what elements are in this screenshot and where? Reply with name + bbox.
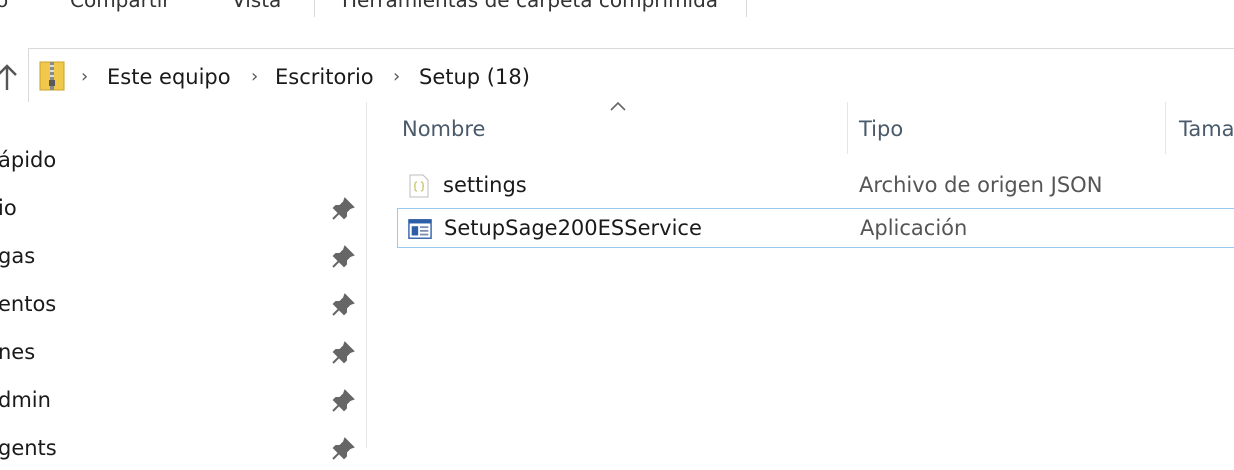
file-type: Aplicación [860,216,968,240]
ribbon-tabs: o Compartir Vista Herramientas de carpet… [0,0,1234,19]
nav-item-quick-access[interactable]: ápido [0,138,366,182]
file-row-selected[interactable]: SetupSage200ESService Aplicación [397,208,1234,248]
ribbon-tab-view[interactable]: Vista [232,0,281,12]
breadcrumb-this-pc[interactable]: Este equipo [107,49,231,105]
nav-item[interactable]: dmin [0,378,366,422]
file-type: Archivo de origen JSON [859,173,1103,197]
file-name[interactable]: SetupSage200ESService [444,209,702,247]
up-arrow-icon[interactable] [0,62,20,94]
breadcrumb-chevron-icon[interactable]: › [81,49,88,105]
breadcrumb-chevron-icon[interactable]: › [251,49,258,105]
file-name[interactable]: settings [443,166,527,204]
pin-icon [330,340,356,366]
breadcrumb-chevron-icon[interactable]: › [393,49,400,105]
sort-ascending-icon [607,98,629,114]
pin-icon [330,196,356,222]
pin-icon [330,292,356,318]
ribbon-separator [746,0,747,17]
nav-item[interactable]: io [0,186,366,230]
breadcrumb-desktop[interactable]: Escritorio [275,49,374,105]
nav-item[interactable]: gas [0,234,366,278]
pin-icon [330,436,356,462]
nav-item-label: gas [0,244,36,268]
column-header-name[interactable]: Nombre [402,102,485,156]
nav-item-label: gents [0,436,57,460]
nav-item-label: ápido [0,148,57,172]
nav-item-label: dmin [0,388,51,412]
file-row[interactable]: settings Archivo de origen JSON [397,166,1234,206]
nav-item[interactable]: gents [0,426,366,470]
nav-item-label: nes [0,340,36,364]
column-header-type[interactable]: Tipo [859,102,903,156]
nav-item-label: io [0,196,17,220]
ribbon-tab-share[interactable]: Compartir [70,0,170,12]
pin-icon [330,244,356,270]
address-bar[interactable]: › Este equipo › Escritorio › Setup (18) [28,48,1234,104]
nav-item-label: entos [0,292,57,316]
ribbon-separator [314,0,315,17]
pin-icon [330,388,356,414]
ribbon-tab-file[interactable]: o [0,0,8,12]
file-list: Nombre Tipo Tama settings Archivo de ori… [367,101,1234,448]
navigation-row: › Este equipo › Escritorio › Setup (18) [0,18,1234,104]
zip-folder-icon [39,61,65,91]
nav-item[interactable]: nes [0,330,366,374]
ribbon-tab-compressed-folder-tools[interactable]: Herramientas de carpeta comprimida [342,0,718,12]
column-divider[interactable] [1165,102,1166,154]
breadcrumb-current-folder[interactable]: Setup (18) [419,49,530,105]
application-icon [408,217,432,241]
navigation-pane: ápido io gas entos nes dmin gents [0,102,367,460]
column-header-size[interactable]: Tama [1179,102,1234,156]
nav-item[interactable]: entos [0,282,366,326]
column-divider[interactable] [847,102,848,154]
json-file-icon [407,174,431,198]
